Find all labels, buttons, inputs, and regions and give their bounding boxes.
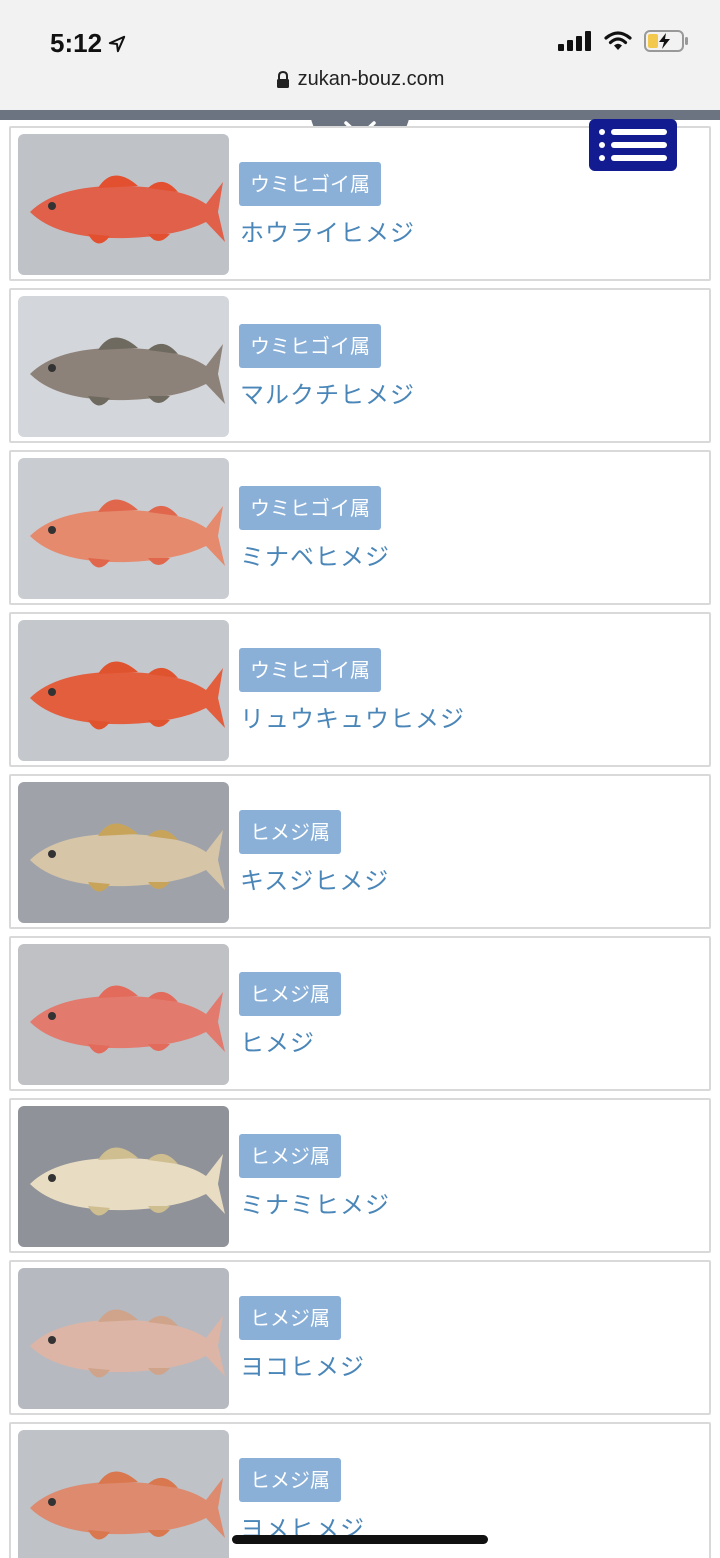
fish-list-item[interactable]: ウミヒゴイ属マルクチヒメジ bbox=[9, 288, 711, 443]
lock-icon bbox=[276, 70, 289, 88]
menu-icon-row bbox=[599, 142, 667, 148]
signal-icon bbox=[558, 31, 591, 51]
genus-badge[interactable]: ウミヒゴイ属 bbox=[239, 162, 381, 206]
fish-photo[interactable] bbox=[18, 296, 229, 437]
fish-list: ウミヒゴイ属 ホウライヒメジ ウミヒゴイ属 マルクチヒメジ ウミヒゴイ属 ミナベヒメジ ウミ… bbox=[9, 126, 711, 1558]
fish-list-item[interactable]: ウミヒゴイ属リュウキュウヒメジ bbox=[9, 612, 711, 767]
genus-badge[interactable]: ヒメジ属 bbox=[239, 1134, 341, 1178]
genus-badge[interactable]: ヒメジ属 bbox=[239, 972, 341, 1016]
fish-photo[interactable] bbox=[18, 782, 229, 923]
fish-list-item[interactable]: ヒメジ属キスジヒメジ bbox=[9, 774, 711, 929]
fish-name-link[interactable]: ミナベヒメジ bbox=[240, 537, 390, 572]
fish-name-link[interactable]: ヒメジ bbox=[240, 1023, 315, 1058]
address-bar[interactable]: zukan-bouz.com bbox=[0, 68, 720, 91]
battery-charging-icon bbox=[644, 30, 688, 52]
fish-photo[interactable] bbox=[18, 620, 229, 761]
fish-list-item[interactable]: ヒメジ属ミナミヒメジ bbox=[9, 1098, 711, 1253]
genus-badge[interactable]: ヒメジ属 bbox=[239, 810, 341, 854]
url-text: zukan-bouz.com bbox=[297, 68, 445, 90]
browser-top-bar: 5:12 zukan-bouz.com bbox=[0, 0, 720, 110]
fish-photo[interactable] bbox=[18, 944, 229, 1085]
fish-photo[interactable] bbox=[18, 1106, 229, 1247]
fish-name-link[interactable]: マルクチヒメジ bbox=[240, 375, 415, 410]
fish-photo[interactable] bbox=[18, 1268, 229, 1409]
home-indicator bbox=[232, 1535, 488, 1544]
genus-badge[interactable]: ヒメジ属 bbox=[239, 1458, 341, 1502]
menu-icon-row bbox=[599, 155, 667, 161]
menu-button[interactable] bbox=[589, 119, 677, 171]
status-time: 5:12 bbox=[50, 28, 126, 59]
fish-name-link[interactable]: ヨコヒメジ bbox=[240, 1347, 365, 1382]
fish-list-item[interactable]: ヒメジ属 ヨコヒメジ bbox=[9, 1260, 711, 1415]
fish-photo[interactable] bbox=[18, 458, 229, 599]
fish-name-link[interactable]: リュウキュウヒメジ bbox=[240, 699, 465, 734]
genus-badge[interactable]: ウミヒゴイ属 bbox=[239, 648, 381, 692]
fish-photo[interactable] bbox=[18, 1430, 229, 1558]
wifi-icon bbox=[604, 31, 632, 50]
menu-icon-row bbox=[599, 129, 667, 135]
fish-name-link[interactable]: ホウライヒメジ bbox=[240, 213, 415, 248]
fish-photo[interactable] bbox=[18, 134, 229, 275]
fish-list-item[interactable]: ヒメジ属 ヒメジ bbox=[9, 936, 711, 1091]
fish-name-link[interactable]: キスジヒメジ bbox=[240, 861, 389, 896]
time-text: 5:12 bbox=[50, 28, 103, 58]
genus-badge[interactable]: ウミヒゴイ属 bbox=[239, 486, 381, 530]
fish-list-item[interactable]: ウミヒゴイ属ミナベヒメジ bbox=[9, 450, 711, 605]
status-icons bbox=[558, 30, 690, 52]
fish-name-link[interactable]: ミナミヒメジ bbox=[240, 1185, 390, 1220]
genus-badge[interactable]: ウミヒゴイ属 bbox=[239, 324, 381, 368]
location-arrow-icon bbox=[108, 35, 126, 52]
genus-badge[interactable]: ヒメジ属 bbox=[239, 1296, 341, 1340]
